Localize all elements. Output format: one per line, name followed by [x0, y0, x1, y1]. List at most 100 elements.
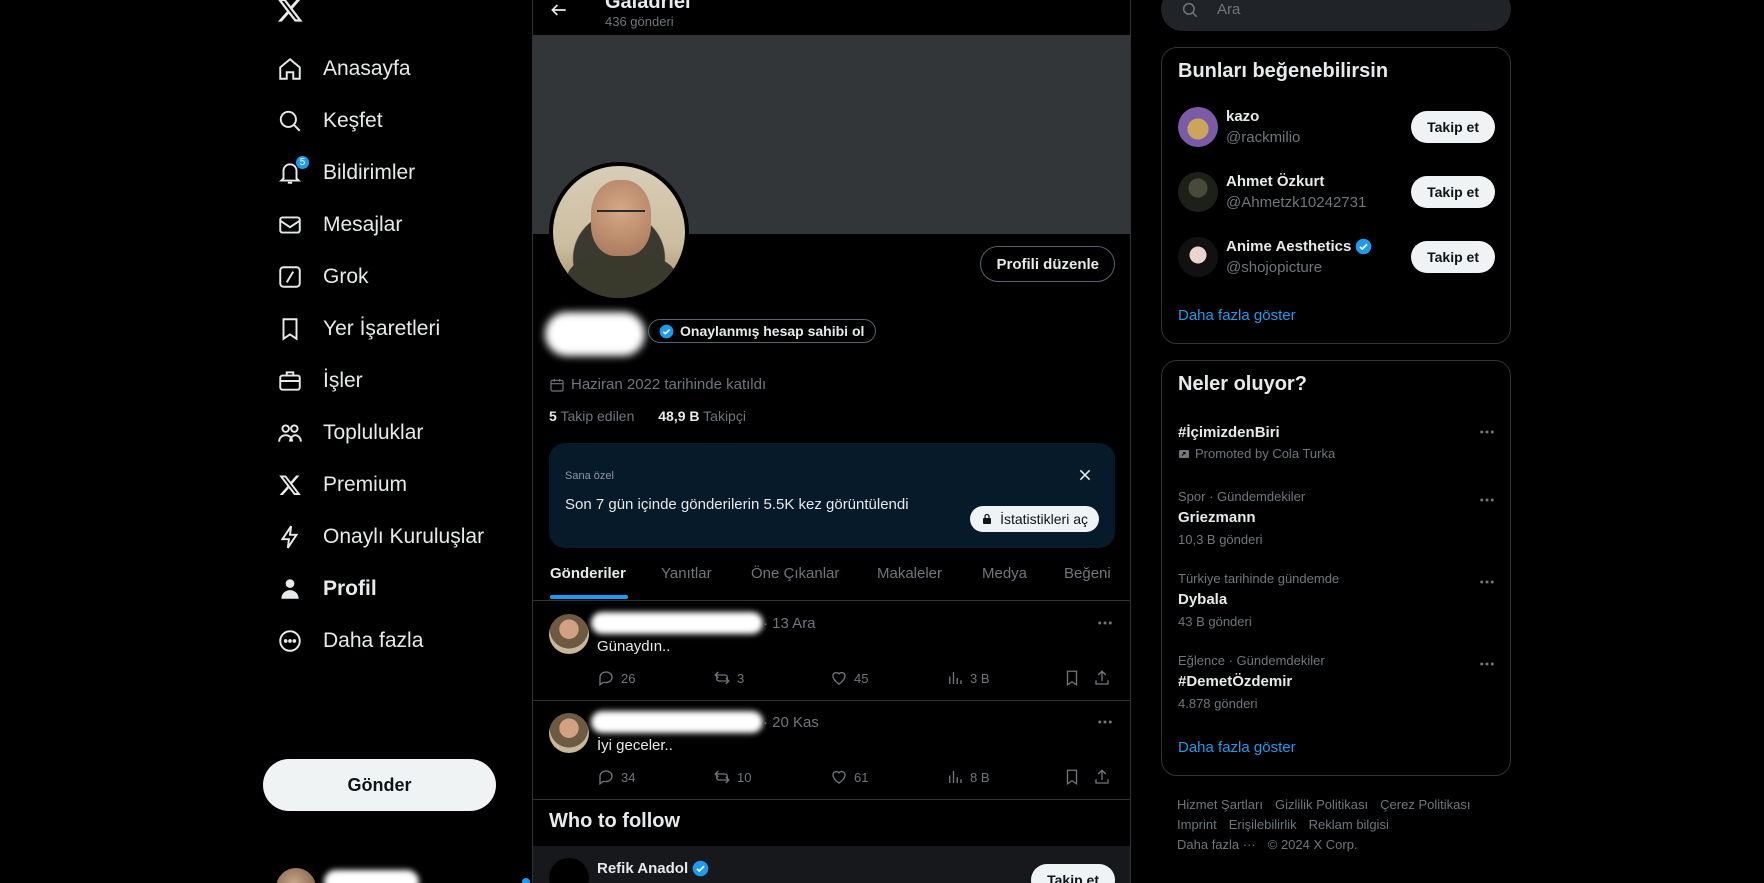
nav-verified-orgs[interactable]: Onaylı Kuruluşlar	[276, 517, 484, 557]
tweet[interactable]: · 13 Ara Günaydın.. 26 3 45 3 B	[533, 602, 1130, 701]
suggestion-item[interactable]: Anime Aesthetics @shojopicture Takip et	[1162, 227, 1510, 287]
who-to-follow-row[interactable]: Refik Anadol Takip et	[533, 846, 1130, 883]
right-sidebar: Bunları beğenebilirsin kazo @rackmilio T…	[1161, 0, 1512, 883]
share-button[interactable]	[1093, 768, 1117, 786]
tab-highlights[interactable]: Öne Çıkanlar	[751, 565, 839, 582]
tab-media[interactable]: Medya	[982, 565, 1027, 582]
tab-posts[interactable]: Gönderiler	[550, 565, 626, 582]
nav-more-label: Daha fazla	[323, 629, 424, 652]
follow-button[interactable]: Takip et	[1411, 111, 1495, 143]
trend-item[interactable]: Spor · Gündemdekiler Griezmann 10,3 B gö…	[1162, 489, 1510, 565]
avatar[interactable]	[1178, 107, 1218, 147]
profile-header-name: Galadriel	[605, 0, 691, 13]
tweet-actions: 26 3 45 3 B	[597, 669, 1117, 689]
views-button[interactable]: 8 B	[946, 768, 990, 786]
verified-badge-icon	[1356, 238, 1372, 255]
suggestion-name[interactable]: Ahmet Özkurt	[1226, 173, 1324, 190]
back-arrow-icon[interactable]	[549, 0, 569, 20]
nav-communities[interactable]: Topluluklar	[276, 413, 423, 453]
nav-notifications[interactable]: 5 Bildirimler	[276, 153, 415, 193]
following-link[interactable]: 5 Takip edilen	[549, 408, 634, 424]
avatar[interactable]	[1178, 172, 1218, 212]
account-switcher[interactable]	[276, 866, 536, 883]
retweet-button[interactable]: 10	[713, 768, 751, 786]
more-horizontal-icon[interactable]	[1096, 713, 1114, 731]
suggestion-item[interactable]: Ahmet Özkurt @Ahmetzk10242731 Takip et	[1162, 162, 1510, 222]
views-icon	[949, 672, 962, 684]
nav-bookmarks[interactable]: Yer İşaretleri	[276, 309, 440, 349]
tweet-date[interactable]: · 13 Ara	[763, 615, 816, 632]
followers-link[interactable]: 48,9 B Takipçi	[658, 408, 746, 424]
tab-likes[interactable]: Beğeni	[1064, 565, 1111, 582]
suggestion-name[interactable]: kazo	[1226, 108, 1259, 125]
views-button[interactable]: 3 B	[946, 669, 990, 687]
avatar[interactable]	[1178, 237, 1218, 277]
close-icon[interactable]	[1077, 467, 1093, 483]
tweet-date[interactable]: · 20 Kas	[763, 714, 819, 731]
follow-button[interactable]: Takip et	[1411, 241, 1495, 273]
footer-link[interactable]: Imprint	[1177, 817, 1217, 832]
trend-item[interactable]: #İçimizdenBiri Promoted by Cola Turka	[1162, 421, 1510, 497]
share-button[interactable]	[1093, 669, 1117, 687]
nav-profile[interactable]: Profil	[276, 569, 377, 609]
post-button[interactable]: Gönder	[263, 759, 496, 811]
nav-grok[interactable]: Grok	[276, 257, 369, 297]
nav-messages[interactable]: Mesajlar	[276, 205, 402, 245]
profile-tabs: Gönderiler Yanıtlar Öne Çıkanlar Makalel…	[533, 555, 1130, 601]
retweet-button[interactable]: 3	[713, 669, 744, 687]
suggestion-item[interactable]: kazo @rackmilio Takip et	[1162, 97, 1510, 157]
footer-link[interactable]: Reklam bilgisi	[1309, 817, 1389, 832]
like-button[interactable]: 61	[830, 768, 868, 786]
tab-replies[interactable]: Yanıtlar	[661, 565, 712, 582]
trend-post-count: 43 B gönderi	[1178, 614, 1252, 629]
grok-icon	[276, 263, 304, 291]
redacted-name	[324, 870, 419, 883]
nav-jobs[interactable]: İşler	[276, 361, 363, 401]
more-horizontal-icon[interactable]	[1096, 614, 1114, 632]
tweet-text: Günaydın..	[597, 638, 671, 655]
x-logo-icon[interactable]	[276, 0, 304, 24]
footer-more-link[interactable]: Daha fazla ···	[1177, 837, 1256, 852]
open-analytics-button[interactable]: İstatistikleri aç	[970, 506, 1099, 532]
avatar[interactable]	[549, 858, 589, 883]
bookmark-button[interactable]	[1063, 768, 1087, 786]
like-button[interactable]: 45	[830, 669, 868, 687]
suggested-user-name[interactable]: Refik Anadol	[597, 860, 709, 877]
envelope-icon	[276, 211, 304, 239]
more-horizontal-icon[interactable]	[1478, 491, 1496, 509]
show-more-suggestions-link[interactable]: Daha fazla göster	[1178, 307, 1296, 324]
more-horizontal-icon[interactable]	[1478, 423, 1496, 441]
search-box[interactable]	[1161, 0, 1511, 31]
reply-button[interactable]: 34	[597, 768, 635, 786]
follow-button[interactable]: Takip et	[1031, 864, 1115, 883]
footer-link[interactable]: Gizlilik Politikası	[1275, 797, 1368, 812]
profile-avatar[interactable]	[549, 162, 689, 302]
get-verified-button[interactable]: Onaylanmış hesap sahibi ol	[648, 319, 877, 343]
nav-explore-label: Keşfet	[323, 109, 383, 132]
reply-button[interactable]: 26	[597, 669, 635, 687]
analytics-prompt: Sana özel Son 7 gün içinde gönderilerin …	[549, 443, 1115, 548]
nav-explore[interactable]: Keşfet	[276, 101, 383, 141]
tweet[interactable]: · 20 Kas İyi geceler.. 34 10 61 8 B	[533, 701, 1130, 800]
footer-link[interactable]: Hizmet Şartları	[1177, 797, 1263, 812]
avatar[interactable]	[549, 713, 589, 753]
tab-articles[interactable]: Makaleler	[877, 565, 942, 582]
who-to-follow-title: Who to follow	[549, 810, 681, 832]
footer-link[interactable]: Çerez Politikası	[1380, 797, 1470, 812]
show-more-trends-link[interactable]: Daha fazla göster	[1178, 739, 1296, 756]
trend-item[interactable]: Eğlence · Gündemdekiler #DemetÖzdemir 4.…	[1162, 653, 1510, 729]
more-horizontal-icon[interactable]	[1478, 573, 1496, 591]
follow-button[interactable]: Takip et	[1411, 176, 1495, 208]
avatar[interactable]	[549, 614, 589, 654]
nav-more[interactable]: Daha fazla	[276, 621, 423, 661]
edit-profile-button[interactable]: Profili düzenle	[980, 246, 1115, 282]
trend-item[interactable]: Türkiye tarihinde gündemde Dybala 43 B g…	[1162, 571, 1510, 647]
more-horizontal-icon[interactable]	[1478, 655, 1496, 673]
bookmark-button[interactable]	[1063, 669, 1087, 687]
footer-link[interactable]: Erişilebilirlik	[1229, 817, 1297, 832]
nav-home[interactable]: Anasayfa	[276, 49, 411, 89]
nav-premium[interactable]: Premium	[276, 465, 407, 505]
bookmark-icon	[1066, 769, 1078, 786]
search-input[interactable]	[1217, 1, 1457, 18]
suggestion-name[interactable]: Anime Aesthetics	[1226, 238, 1372, 255]
